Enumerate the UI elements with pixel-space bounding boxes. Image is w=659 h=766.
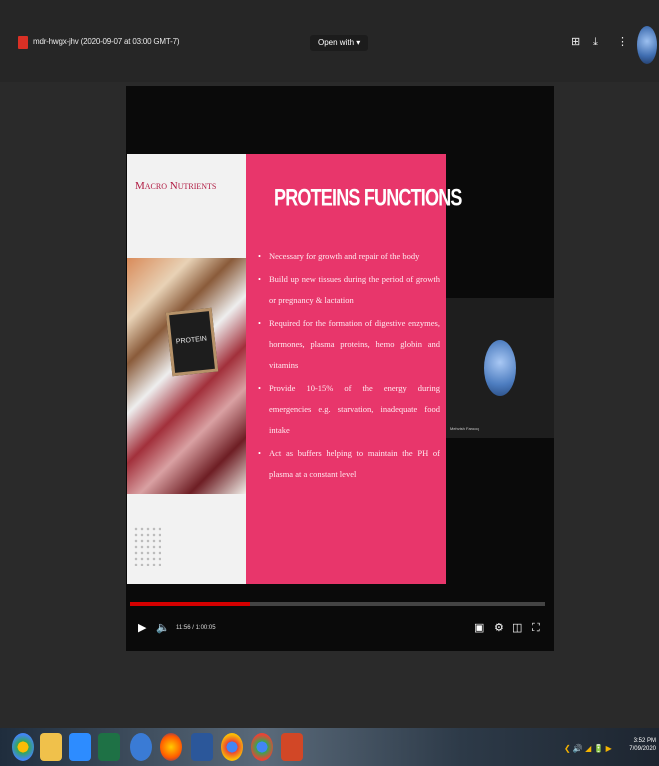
open-with-button[interactable]: Open with ▾ bbox=[310, 35, 369, 51]
word-icon[interactable] bbox=[191, 733, 213, 761]
volume-icon[interactable]: 🔈 bbox=[156, 622, 170, 634]
clock-time: 3:52 PM bbox=[633, 738, 656, 744]
bullet-list: Necessary for growth and repair of the b… bbox=[258, 246, 440, 487]
excel-icon[interactable] bbox=[98, 733, 120, 761]
bullet-item: Required for the formation of digestive … bbox=[258, 313, 440, 376]
chrome-icon[interactable] bbox=[221, 733, 243, 761]
video-file-icon bbox=[18, 36, 28, 49]
firefox-icon[interactable] bbox=[160, 733, 182, 761]
settings-gear-icon[interactable]: ⚙ bbox=[494, 622, 504, 634]
play-icon[interactable]: ▶ bbox=[138, 622, 146, 634]
system-tray[interactable]: ❮ 🔊 ◢ 🔋 ▶ bbox=[564, 744, 612, 753]
download-icon[interactable]: ⤓ bbox=[593, 36, 598, 48]
protein-sign-text: PROTEIN bbox=[175, 335, 208, 346]
captions-icon[interactable]: ▣ bbox=[474, 622, 484, 634]
participant-name: Mehvish Farooq bbox=[450, 426, 479, 431]
slide-macro-title: Macro Nutrients bbox=[135, 180, 217, 192]
bullet-item: Necessary for growth and repair of the b… bbox=[258, 246, 440, 267]
decorative-dots bbox=[133, 526, 161, 566]
edge-icon[interactable] bbox=[130, 733, 152, 761]
protein-foods-photo: PROTEIN bbox=[127, 258, 246, 494]
seek-bar[interactable] bbox=[130, 602, 545, 606]
participant-avatar bbox=[484, 340, 516, 396]
slide-heading: PROTEINS FUNCTIONS bbox=[274, 184, 462, 211]
taskbar-clock[interactable]: 3:52 PM 7/09/2020 bbox=[622, 737, 656, 753]
bullet-item: Act as buffers helping to maintain the P… bbox=[258, 443, 440, 485]
chrome-icon[interactable] bbox=[12, 733, 34, 761]
account-avatar[interactable] bbox=[637, 26, 657, 64]
seek-bar-progress bbox=[130, 602, 251, 606]
slide-left-panel: Macro Nutrients PROTEIN bbox=[127, 154, 246, 584]
presentation-slide: Macro Nutrients PROTEIN PROTEINS FUNCTIO… bbox=[127, 154, 462, 584]
clock-date: 7/09/2020 bbox=[629, 746, 656, 752]
participant-tile: Mehvish Farooq bbox=[446, 298, 554, 438]
slide-right-panel: PROTEINS FUNCTIONS Necessary for growth … bbox=[246, 154, 462, 584]
bullet-item: Build up new tissues during the period o… bbox=[258, 269, 440, 311]
more-vert-icon[interactable]: ⋮ bbox=[617, 36, 628, 48]
powerpoint-icon[interactable] bbox=[281, 733, 303, 761]
protein-sign: PROTEIN bbox=[165, 307, 219, 377]
file-title: mdr-hwgx-jhv (2020-09-07 at 03:00 GMT-7) bbox=[33, 37, 180, 46]
miniplayer-icon[interactable]: ◫ bbox=[512, 622, 522, 634]
zoom-icon[interactable] bbox=[69, 733, 91, 761]
add-to-drive-icon[interactable]: ⊞ bbox=[571, 36, 580, 48]
fullscreen-icon[interactable]: ⛶ bbox=[532, 622, 540, 634]
chrome-icon[interactable] bbox=[251, 733, 273, 761]
playback-time: 11:56 / 1:00:05 bbox=[176, 625, 216, 631]
file-explorer-icon[interactable] bbox=[40, 733, 62, 761]
bullet-item: Provide 10-15% of the energy during emer… bbox=[258, 378, 440, 441]
